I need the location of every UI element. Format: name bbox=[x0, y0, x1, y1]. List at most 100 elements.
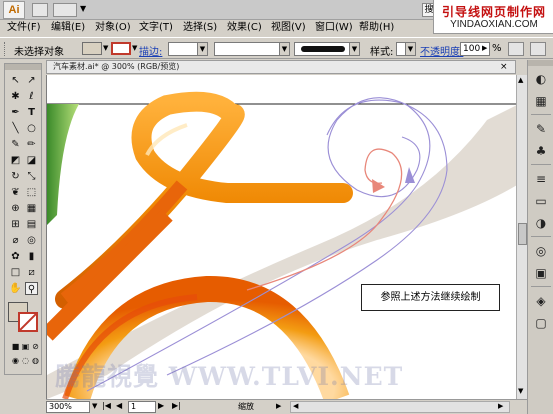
scroll-down-icon[interactable]: ▼ bbox=[518, 387, 523, 395]
symbols-panel-icon[interactable]: ♣ bbox=[532, 142, 550, 160]
zoom-arrow-icon[interactable]: ▼ bbox=[92, 402, 97, 410]
dock-divider bbox=[531, 236, 551, 237]
tab-close-icon[interactable]: × bbox=[500, 62, 508, 72]
color-panel-icon[interactable]: ◐ bbox=[532, 70, 550, 88]
stroke-dropdown-icon[interactable]: ▼ bbox=[132, 44, 137, 52]
bridge-icon[interactable] bbox=[32, 3, 48, 17]
warp-tool-icon[interactable]: ❦ bbox=[9, 186, 22, 199]
paintbrush-tool-icon[interactable]: ✎ bbox=[9, 138, 22, 151]
menu-object[interactable]: 对象(O) bbox=[92, 21, 134, 35]
brush-dropdown[interactable]: ▼ bbox=[294, 42, 360, 56]
menu-select[interactable]: 选择(S) bbox=[180, 21, 220, 35]
menu-effect[interactable]: 效果(C) bbox=[224, 21, 265, 35]
stroke-label[interactable]: 描边: bbox=[139, 43, 162, 58]
transparency-panel-icon[interactable]: ◑ bbox=[532, 214, 550, 232]
lasso-tool-icon[interactable]: ℓ bbox=[25, 90, 38, 103]
stroke-weight-dropdown[interactable]: ▼ bbox=[168, 42, 208, 56]
grip-handle[interactable] bbox=[4, 42, 7, 56]
last-artboard-icon[interactable]: ▶| bbox=[172, 401, 181, 410]
shape-builder-tool-icon[interactable]: ⊕ bbox=[9, 202, 22, 215]
watermark-logo: 引导线网页制作网 YINDAOXIAN.COM bbox=[433, 0, 553, 34]
scale-tool-icon[interactable]: ⤡ bbox=[25, 170, 38, 183]
first-artboard-icon[interactable]: |◀ bbox=[102, 401, 111, 410]
artboards-panel-icon[interactable]: ▢ bbox=[532, 314, 550, 332]
dock-header[interactable] bbox=[528, 60, 553, 66]
dock-divider bbox=[531, 164, 551, 165]
vertical-scrollbar[interactable]: ▲ ▼ bbox=[516, 75, 527, 399]
stroke-color-box[interactable] bbox=[18, 312, 38, 332]
zoom-tool-icon[interactable]: ⚲ bbox=[25, 282, 38, 295]
blend-tool-icon[interactable]: ◎ bbox=[25, 234, 38, 247]
hand-tool-icon[interactable]: ✋ bbox=[9, 282, 22, 295]
gradient-panel-icon[interactable]: ▭ bbox=[532, 192, 550, 210]
stroke-panel-icon[interactable]: ≡ bbox=[532, 170, 550, 188]
chevron-down-icon[interactable]: ▼ bbox=[80, 4, 86, 13]
none-mode-icon[interactable]: ⊘ bbox=[29, 340, 42, 353]
draw-inside-icon[interactable]: ◍ bbox=[29, 354, 42, 367]
selection-tool-icon[interactable]: ↖ bbox=[9, 74, 22, 87]
appearance-panel-icon[interactable]: ◎ bbox=[532, 242, 550, 260]
artboard-tool-icon[interactable]: □ bbox=[9, 266, 22, 279]
opacity-unit: % bbox=[492, 43, 502, 54]
opacity-arrow-icon[interactable]: ▶ bbox=[482, 44, 487, 52]
menu-window[interactable]: 窗口(W) bbox=[312, 21, 356, 35]
brushes-panel-icon[interactable]: ✎ bbox=[532, 120, 550, 138]
orange-tube-tail bbox=[60, 180, 188, 305]
eyedropper-tool-icon[interactable]: ⌀ bbox=[9, 234, 22, 247]
opacity-label[interactable]: 不透明度: bbox=[420, 43, 463, 58]
style-dropdown[interactable]: ▼ bbox=[396, 42, 416, 56]
type-tool-icon[interactable]: T bbox=[25, 106, 38, 119]
zoom-dropdown[interactable]: 300% bbox=[46, 401, 90, 413]
pencil-tool-icon[interactable]: ✏ bbox=[25, 138, 38, 151]
eraser-tool-icon[interactable]: ◪ bbox=[25, 154, 38, 167]
free-transform-tool-icon[interactable]: ⬚ bbox=[25, 186, 38, 199]
menu-type[interactable]: 文字(T) bbox=[136, 21, 176, 35]
artboard-canvas[interactable]: 参照上述方法继续绘制 騰龍視覺 WWW.TLVI.NET bbox=[46, 75, 516, 399]
status-info[interactable]: 缩放 bbox=[238, 401, 254, 412]
slice-tool-icon[interactable]: ⧄ bbox=[25, 266, 38, 279]
tools-panel-header[interactable] bbox=[5, 64, 41, 70]
status-bar: 300% ▼ |◀ ◀ 1 ▶ ▶| 缩放 ▶ ◀ ▶ bbox=[46, 399, 527, 414]
magic-wand-tool-icon[interactable]: ✱ bbox=[9, 90, 22, 103]
application-bar: Ai ▼ 搜 引导线网页制作网 YINDAOXIAN.COM bbox=[0, 0, 553, 34]
document-setup-icon[interactable] bbox=[508, 42, 524, 56]
document-tab[interactable]: 汽车素材.ai* @ 300% (RGB/预览) bbox=[46, 60, 516, 74]
next-artboard-icon[interactable]: ▶ bbox=[158, 401, 164, 410]
scroll-up-icon[interactable]: ▲ bbox=[518, 76, 523, 84]
vertical-scroll-thumb[interactable] bbox=[518, 223, 527, 245]
menu-bar: 文件(F) 编辑(E) 对象(O) 文字(T) 选择(S) 效果(C) 视图(V… bbox=[0, 20, 433, 36]
gradient-tool-icon[interactable]: ▤ bbox=[25, 218, 38, 231]
tools-panel: ↖ ↗ ✱ ℓ ✒ T ╲ ○ ✎ ✏ ◩ ◪ ↻ ⤡ ❦ ⬚ ⊕ ▦ ⊞ ▤ … bbox=[4, 63, 42, 375]
red-arrow-head bbox=[372, 179, 385, 193]
graphic-styles-panel-icon[interactable]: ▣ bbox=[532, 264, 550, 282]
scroll-left-icon[interactable]: ◀ bbox=[293, 402, 298, 410]
variable-width-dropdown[interactable]: ▼ bbox=[214, 42, 290, 56]
mesh-tool-icon[interactable]: ⊞ bbox=[9, 218, 22, 231]
fill-swatch[interactable] bbox=[82, 42, 102, 55]
menu-file[interactable]: 文件(F) bbox=[4, 21, 44, 35]
rotate-tool-icon[interactable]: ↻ bbox=[9, 170, 22, 183]
menu-view[interactable]: 视图(V) bbox=[268, 21, 309, 35]
ellipse-tool-icon[interactable]: ○ bbox=[25, 122, 38, 135]
scroll-right-icon[interactable]: ▶ bbox=[498, 402, 503, 410]
menu-edit[interactable]: 编辑(E) bbox=[48, 21, 88, 35]
blob-brush-tool-icon[interactable]: ◩ bbox=[9, 154, 22, 167]
artboard-number-field[interactable]: 1 bbox=[128, 401, 156, 413]
symbol-sprayer-tool-icon[interactable]: ✿ bbox=[9, 250, 22, 263]
arrange-documents-icon[interactable] bbox=[53, 3, 77, 17]
swatches-panel-icon[interactable]: ▦ bbox=[532, 92, 550, 110]
menu-help[interactable]: 帮助(H) bbox=[356, 21, 397, 35]
perspective-grid-tool-icon[interactable]: ▦ bbox=[25, 202, 38, 215]
stroke-swatch[interactable] bbox=[111, 42, 131, 55]
horizontal-scrollbar[interactable]: ◀ ▶ bbox=[290, 401, 510, 413]
control-bar: 未选择对象 ▼ ▼ 描边: ▼ ▼ ▼ 样式: ▼ 不透明度: 100 ▶ % bbox=[0, 37, 553, 59]
status-arrow-icon[interactable]: ▶ bbox=[276, 402, 281, 410]
prev-artboard-icon[interactable]: ◀ bbox=[116, 401, 122, 410]
line-tool-icon[interactable]: ╲ bbox=[9, 122, 22, 135]
fill-dropdown-icon[interactable]: ▼ bbox=[103, 44, 108, 52]
direct-selection-tool-icon[interactable]: ↗ bbox=[25, 74, 38, 87]
pen-tool-icon[interactable]: ✒ bbox=[9, 106, 22, 119]
column-graph-tool-icon[interactable]: ▮ bbox=[25, 250, 38, 263]
layers-panel-icon[interactable]: ◈ bbox=[532, 292, 550, 310]
align-panel-icon[interactable] bbox=[530, 42, 546, 56]
